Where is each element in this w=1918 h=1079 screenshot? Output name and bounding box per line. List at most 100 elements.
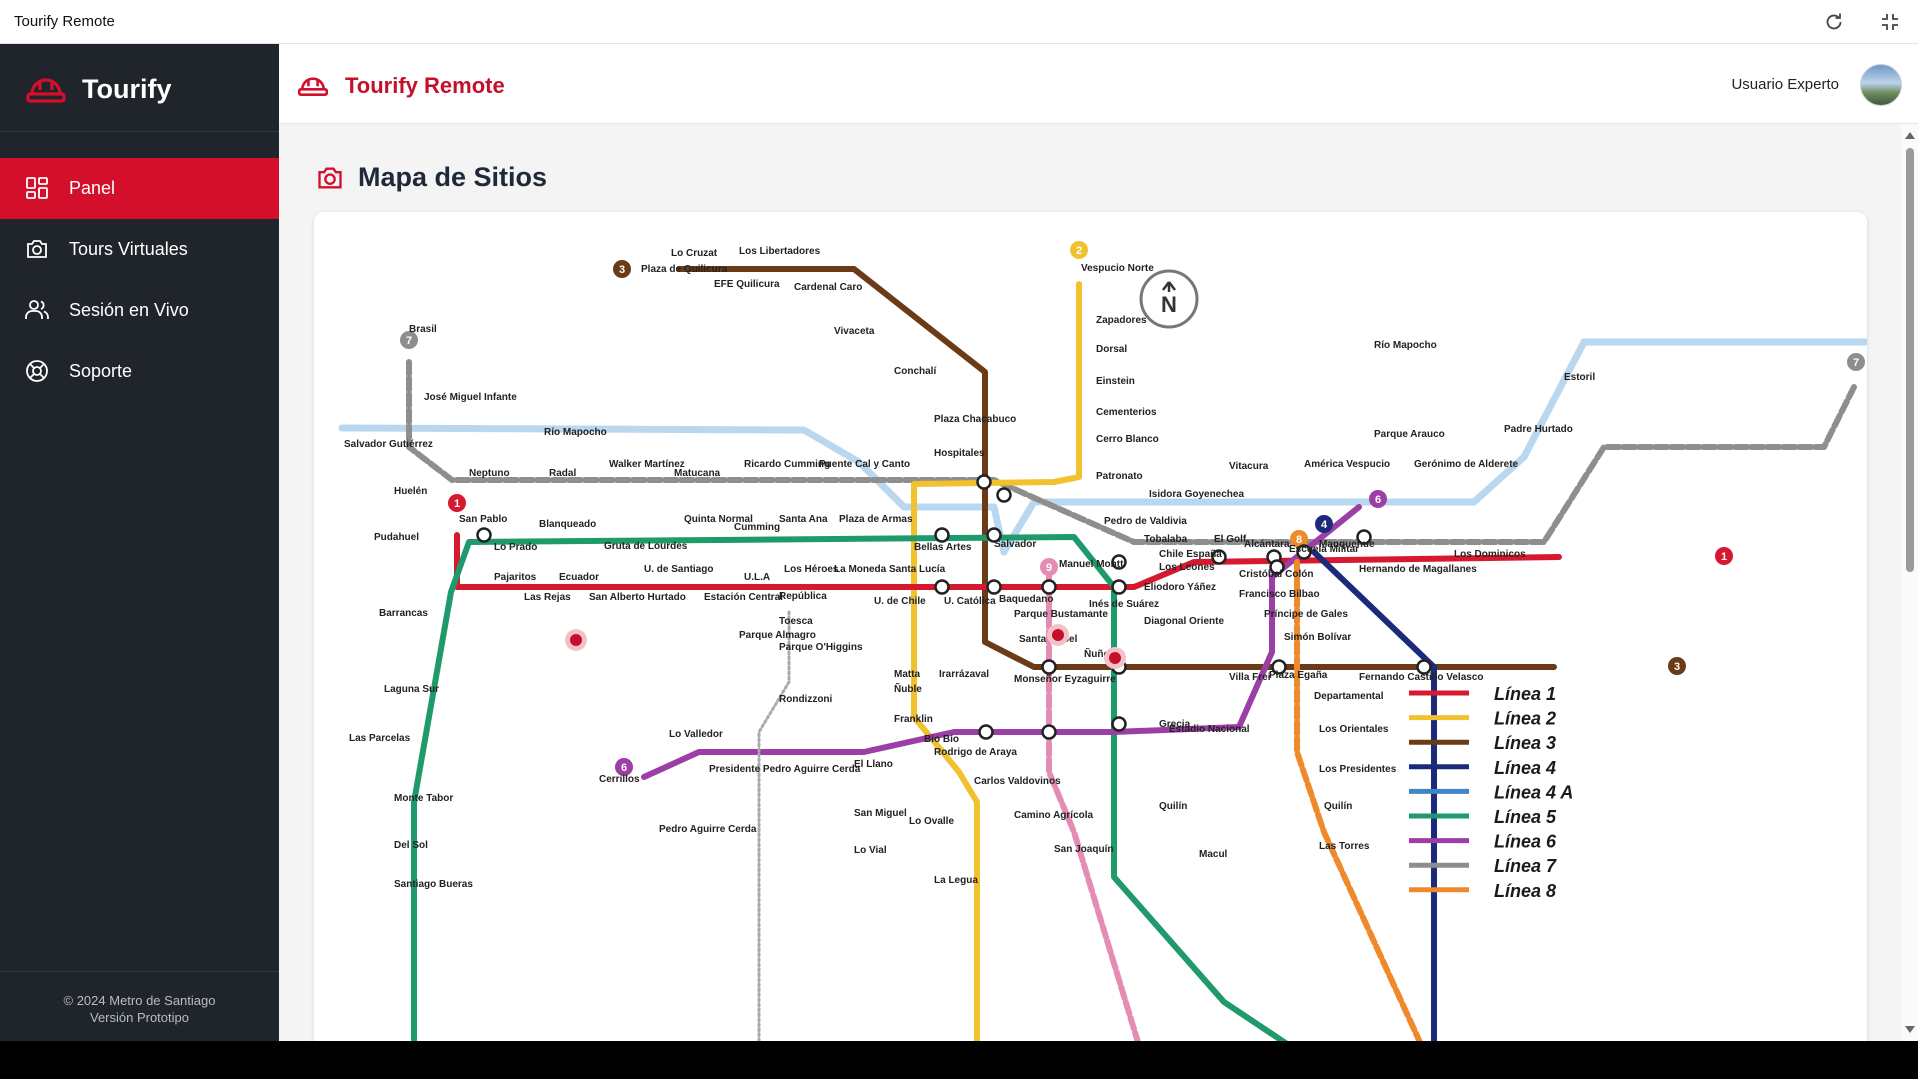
station-label: Departamental (1314, 691, 1384, 702)
sidebar-item-tours-virtuales[interactable]: Tours Virtuales (0, 219, 279, 280)
line-badge-label: 2 (1076, 245, 1082, 257)
station-label: Camino Agrícola (1014, 810, 1094, 821)
station-label: San Miguel (854, 808, 907, 819)
legend-label: Línea 1 (1494, 684, 1556, 704)
site-marker[interactable] (570, 634, 582, 646)
scroll-thumb[interactable] (1906, 148, 1914, 572)
station-label: Lo Cruzat (671, 248, 718, 259)
sidebar: Tourify Panel Tours Virtuales Sesión en … (0, 44, 279, 1041)
line-badge-label: 4 (1321, 519, 1328, 531)
interchange-station[interactable] (934, 527, 950, 543)
station-label: Príncipe de Gales (1264, 609, 1348, 620)
interchange-station[interactable] (934, 579, 950, 595)
station-label: Matucana (674, 468, 721, 479)
refresh-icon[interactable] (1822, 10, 1846, 34)
station-label: Vivaceta (834, 326, 875, 337)
interchange-station[interactable] (996, 487, 1012, 503)
station-label: Baquedano (999, 594, 1053, 605)
line-badge-label: 3 (1674, 661, 1680, 673)
station-label: Pedro Aguirre Cerda (659, 824, 757, 835)
station-label: Irarrázaval (939, 669, 989, 680)
station-label: Bellas Artes (914, 542, 972, 553)
sidebar-item-panel[interactable]: Panel (0, 158, 279, 219)
station-label: U. Católica (944, 596, 996, 607)
station-label: Zapadores (1096, 315, 1147, 326)
user-name[interactable]: Usuario Experto (1731, 76, 1839, 93)
station-label: Hernando de Magallanes (1359, 564, 1477, 575)
interchange-station[interactable] (1111, 716, 1127, 732)
station-label: Franklin (894, 714, 933, 725)
station-label: Estoril (1564, 372, 1595, 383)
river-label: Río Mapocho (544, 427, 607, 438)
station-label: Manquehue (1319, 539, 1375, 550)
exit-fullscreen-icon[interactable] (1878, 10, 1902, 34)
line-badge-label: 1 (454, 498, 460, 510)
main-content: Mapa de Sitios Río Mapocho Río Mapocho 7 7 2… (279, 124, 1901, 1041)
station-label: Cerrillos (599, 774, 640, 785)
sidebar-item-soporte[interactable]: Soporte (0, 341, 279, 402)
station-label: Los Presidentes (1319, 764, 1397, 775)
station-label: Isidora Goyenechea (1149, 489, 1244, 500)
station-label: Simón Bolívar (1284, 632, 1351, 643)
station-label: Huelén (394, 486, 427, 497)
hardhat-icon (26, 78, 66, 103)
camera-icon (318, 167, 342, 189)
station-label: América Vespucio (1304, 459, 1390, 470)
station-label: Los Leones (1159, 562, 1215, 573)
station-label: Pudahuel (374, 532, 419, 543)
station-label: Lo Valledor (669, 729, 723, 740)
station-label: Cardenal Caro (794, 282, 862, 293)
station-label: Rondizzoni (779, 694, 833, 705)
line-badge-label: 7 (1853, 357, 1859, 369)
interchange-station[interactable] (978, 724, 994, 740)
station-label: Cementerios (1096, 407, 1157, 418)
site-marker[interactable] (1109, 652, 1121, 664)
interchange-station[interactable] (1041, 579, 1057, 595)
station-label: Pajaritos (494, 572, 537, 583)
interchange-station[interactable] (1041, 659, 1057, 675)
copyright-text: © 2024 Metro de Santiago (63, 993, 216, 1008)
interchange-station[interactable] (476, 527, 492, 543)
station-label: Lo Prado (494, 542, 537, 553)
station-label: Parque Bustamante (1014, 609, 1108, 620)
interchange-station[interactable] (976, 474, 992, 490)
title-bar: Tourify Remote (0, 0, 1918, 44)
scroll-up-icon[interactable] (1905, 132, 1915, 139)
avatar[interactable] (1860, 64, 1902, 106)
station-label: U.L.A (744, 572, 770, 583)
sidebar-item-sesion-en-vivo[interactable]: Sesión en Vivo (0, 280, 279, 341)
station-label: Del Sol (394, 840, 428, 851)
station-label: Grecia (1159, 719, 1191, 730)
station-label: La Legua (934, 875, 978, 886)
brand-name: Tourify (82, 74, 172, 104)
station-label: Parque Almagro (739, 630, 816, 641)
interchange-station[interactable] (1111, 579, 1127, 595)
scroll-down-icon[interactable] (1905, 1026, 1915, 1033)
station-label: Cristóbal Colón (1239, 569, 1313, 580)
interchange-station[interactable] (1041, 724, 1057, 740)
site-marker[interactable] (1052, 629, 1064, 641)
sidebar-item-label: Panel (69, 178, 116, 198)
legend-label: Línea 2 (1494, 709, 1556, 729)
station-label: Monte Tabor (394, 793, 453, 804)
station-label: Vitacura (1229, 461, 1269, 472)
sidebar-nav: Panel Tours Virtuales Sesión en Vivo Sop… (0, 158, 279, 402)
station-label: Vespucio Norte (1081, 263, 1154, 274)
page-title: Mapa de Sitios (358, 162, 548, 192)
scrollbar[interactable] (1901, 124, 1918, 1041)
interchange-station[interactable] (986, 579, 1002, 595)
station-label: Neptuno (469, 468, 510, 479)
station-label: Lo Ovalle (909, 816, 954, 827)
station-label: Ecuador (559, 572, 599, 583)
station-label: Pedro de Valdivia (1104, 516, 1187, 527)
legend-label: Línea 3 (1494, 733, 1556, 753)
sidebar-item-label: Soporte (69, 361, 133, 381)
legend-label: Línea 4 A (1494, 782, 1573, 802)
station-label: Los Dominicos (1454, 549, 1526, 560)
legend-label: Línea 5 (1494, 807, 1557, 827)
station-label: Cumming (734, 522, 780, 533)
station-label: Gerónimo de Alderete (1414, 459, 1519, 470)
metro-map[interactable]: Río MapochoRío Mapocho772331166489Plaza … (314, 212, 1867, 1041)
window-title: Tourify Remote (14, 13, 115, 30)
bottom-bar (0, 1041, 1918, 1079)
